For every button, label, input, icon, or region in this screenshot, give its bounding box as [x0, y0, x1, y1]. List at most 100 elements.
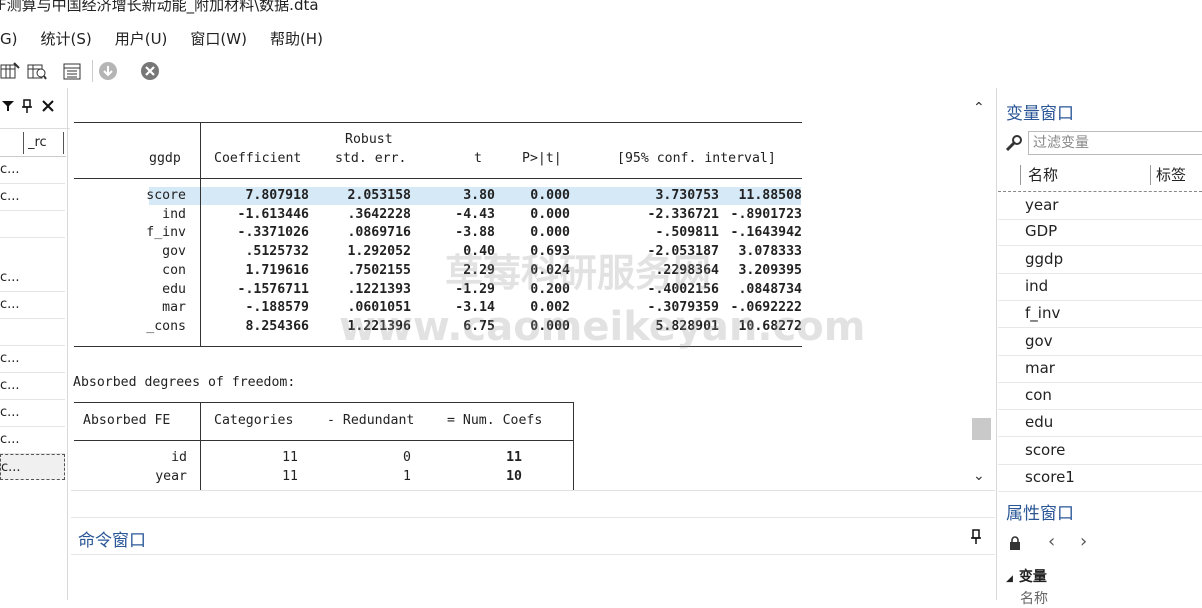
divider [71, 554, 995, 555]
cell-hi: 3.078333 [738, 244, 802, 260]
history-row[interactable]: c... [0, 427, 65, 454]
variable-row[interactable]: gov [998, 328, 1202, 356]
cell-coef: -.188579 [245, 300, 309, 316]
fe-col-num-coefs: = Num. Coefs [447, 413, 543, 428]
variable-name: score [1025, 440, 1066, 459]
variable-row[interactable]: f_inv [998, 300, 1202, 329]
cell-hi: -.0692222 [730, 300, 802, 316]
filter-icon[interactable] [2, 100, 14, 112]
scroll-down-arrow-icon[interactable]: ⌄ [973, 468, 985, 484]
variables-window-title: 变量窗口 [1006, 104, 1074, 124]
cell-coef: 1.719616 [245, 262, 309, 278]
history-row[interactable]: c... [0, 346, 65, 373]
results-window: Robust ggdp Coefficient std. err. t P>|t… [71, 94, 995, 490]
history-row[interactable]: c... [0, 400, 65, 427]
cell-p: 0.000 [530, 225, 570, 241]
variable-row[interactable]: con [998, 382, 1202, 411]
fe-row-redundant: 0 [403, 450, 411, 465]
cell-hi: .0848734 [738, 281, 802, 297]
column-name-header[interactable]: 名称 [1028, 162, 1058, 188]
variable-row[interactable]: score [998, 437, 1202, 465]
menu-user[interactable]: 用户(U) [115, 26, 168, 52]
history-row-selected[interactable]: c... [0, 454, 65, 480]
menu-bar: G) 统计(S) 用户(U) 窗口(W) 帮助(H) [0, 26, 346, 52]
cell-p: 0.002 [530, 300, 570, 316]
cell-p: 0.693 [530, 244, 570, 260]
wrench-icon[interactable] [1005, 134, 1023, 152]
variable-row[interactable]: edu [998, 409, 1202, 438]
fe-row-name: year [155, 469, 187, 484]
menu-help[interactable]: 帮助(H) [270, 26, 323, 52]
variable-row[interactable]: ind [998, 273, 1202, 301]
fe-row-num: 11 [506, 450, 522, 465]
menu-window[interactable]: 窗口(W) [190, 26, 247, 52]
history-row[interactable]: c... [0, 292, 65, 319]
variables-manager-icon[interactable] [62, 61, 82, 81]
menu-graphics[interactable]: G) [0, 26, 17, 52]
data-editor-edit-icon[interactable] [0, 61, 20, 81]
history-row[interactable]: c... [0, 157, 65, 184]
close-icon[interactable] [42, 100, 54, 112]
title-bar: F测算与中国经济增长新动能_附加材料\数据.dta [0, 0, 1202, 22]
forward-arrow-icon[interactable]: › [1080, 531, 1087, 552]
cell-var: edu [162, 281, 186, 297]
lock-icon[interactable] [1009, 536, 1021, 550]
history-row[interactable]: c... [0, 265, 65, 292]
properties-section[interactable]: ◢ 变量 [1006, 566, 1047, 586]
fe-header-rule [74, 440, 574, 441]
fe-table-top-rule [74, 402, 574, 403]
table-bottom-rule [74, 346, 802, 347]
cell-hi: 11.88508 [738, 188, 802, 203]
fe-row-name: id [171, 450, 187, 465]
variables-pane: 变量窗口 过滤变量 名称 标签 year GDP ggdp ind f_invgov ma… [998, 88, 1202, 607]
variable-name: edu [1025, 413, 1054, 432]
command-window-title: 命令窗口 [78, 531, 146, 551]
variable-row[interactable]: score1 [998, 464, 1202, 492]
variable-row[interactable]: mar [998, 355, 1202, 383]
variable-row[interactable]: year [998, 191, 1202, 220]
divider [0, 128, 70, 129]
variable-row[interactable]: GDP [998, 218, 1202, 247]
history-pane: _rc c... c... c... c... c... c... c... c… [0, 88, 70, 600]
cell-hi: -.1643942 [730, 225, 802, 241]
menu-statistics[interactable]: 统计(S) [40, 26, 91, 52]
column-separator [1020, 165, 1021, 185]
fe-table-right-rule [573, 402, 574, 490]
fe-row-categories: 11 [282, 469, 298, 484]
cell-var: mar [162, 300, 186, 316]
history-column-rc[interactable]: _rc [28, 132, 47, 154]
pane-border [996, 88, 997, 600]
history-row[interactable] [0, 319, 65, 346]
col-coefficient: Coefficient [214, 151, 302, 166]
data-browser-icon[interactable] [27, 61, 47, 81]
history-row[interactable]: c... [0, 184, 65, 211]
more-down-icon[interactable] [98, 61, 118, 81]
variable-name: mar [1025, 358, 1055, 377]
column-label-header[interactable]: 标签 [1156, 162, 1186, 188]
col-p: P>|t| [522, 151, 562, 166]
collapse-triangle-icon: ◢ [1006, 574, 1013, 584]
variable-filter-input[interactable]: 过滤变量 [1028, 131, 1202, 155]
command-window: 命令窗口 [71, 517, 995, 601]
col-t: t [474, 151, 482, 166]
header-rule [74, 178, 802, 179]
cell-var: f_inv [146, 225, 186, 241]
cell-p: 0.200 [530, 281, 570, 297]
scroll-up-arrow-icon[interactable]: ⌃ [973, 100, 985, 116]
variable-name: ind [1025, 276, 1049, 295]
history-row[interactable]: c... [0, 373, 65, 400]
back-arrow-icon[interactable]: ‹ [1048, 531, 1055, 552]
cell-coef: -.1576711 [237, 281, 309, 297]
column-separator [1150, 165, 1151, 185]
cell-p: 0.000 [530, 188, 570, 203]
scrollbar-thumb[interactable] [972, 418, 991, 440]
fe-col-absorbed: Absorbed FE [83, 413, 171, 428]
variable-row[interactable]: ggdp [998, 246, 1202, 274]
variable-name: f_inv [1025, 304, 1061, 323]
pin-icon[interactable] [21, 99, 33, 113]
cell-p: 0.024 [530, 262, 570, 278]
history-header [0, 88, 70, 129]
history-row[interactable] [0, 211, 65, 238]
break-icon[interactable] [140, 61, 160, 81]
pin-icon[interactable] [970, 529, 982, 545]
